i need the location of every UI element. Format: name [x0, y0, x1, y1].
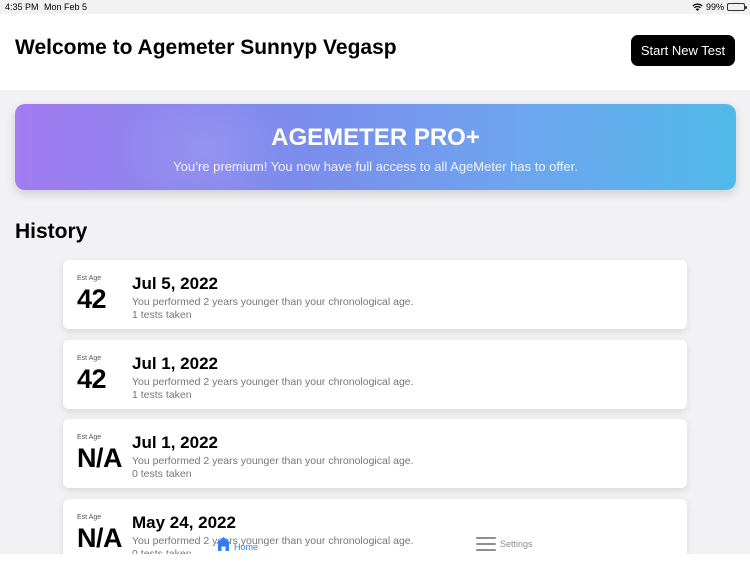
est-age-label: Est Age [77, 514, 102, 521]
tab-settings[interactable]: Settings [476, 537, 533, 551]
pro-banner-subtitle: You’re premium! You now have full access… [173, 159, 578, 174]
est-age-label: Est Age [77, 275, 102, 282]
tab-home-label: Home [234, 542, 259, 552]
home-icon [216, 537, 231, 551]
tab-bar: Home Settings [0, 530, 750, 554]
tests-count: 0 tests taken [132, 468, 192, 480]
bottom-strip [0, 554, 750, 562]
result-message: You performed 2 years younger than your … [132, 296, 414, 308]
header: Welcome to Agemeter Sunnyp Vegasp Start … [0, 14, 750, 90]
wifi-icon [692, 3, 703, 11]
est-age-label: Est Age [77, 434, 102, 441]
result-message: You performed 2 years younger than your … [132, 376, 414, 388]
est-age-value: N/A [77, 443, 123, 473]
est-age-value: 42 [77, 364, 107, 394]
tab-home[interactable]: Home [215, 536, 258, 552]
status-right: 99% [692, 2, 747, 12]
tab-settings-label: Settings [500, 539, 533, 549]
test-date: Jul 1, 2022 [132, 433, 219, 452]
menu-icon [476, 537, 496, 551]
pro-banner: AGEMETER PRO+ You’re premium! You now ha… [15, 104, 736, 190]
status-bar: 4:35 PM Mon Feb 5 99% [0, 0, 750, 14]
tests-count: 1 tests taken [132, 309, 192, 321]
history-title: History [15, 220, 88, 243]
history-card[interactable]: Est Age N/A Jul 1, 2022 You performed 2 … [63, 419, 687, 488]
pro-banner-title: AGEMETER PRO+ [271, 124, 480, 151]
result-message: You performed 2 years younger than your … [132, 455, 414, 467]
est-age-label: Est Age [77, 355, 102, 362]
history-card[interactable]: Est Age 42 Jul 5, 2022 You performed 2 y… [63, 260, 687, 329]
battery-percent: 99% [705, 2, 724, 12]
test-date: Jul 1, 2022 [132, 354, 219, 373]
welcome-title: Welcome to Agemeter Sunnyp Vegasp [15, 36, 397, 59]
status-time: 4:35 PM [5, 2, 39, 12]
test-date: Jul 5, 2022 [132, 274, 219, 293]
status-date: Mon Feb 5 [44, 2, 88, 12]
history-card[interactable]: Est Age 42 Jul 1, 2022 You performed 2 y… [63, 340, 687, 409]
start-new-test-button[interactable]: Start New Test [631, 35, 735, 66]
tests-count: 1 tests taken [132, 389, 192, 401]
est-age-value: 42 [77, 284, 107, 314]
battery-icon [727, 3, 747, 11]
